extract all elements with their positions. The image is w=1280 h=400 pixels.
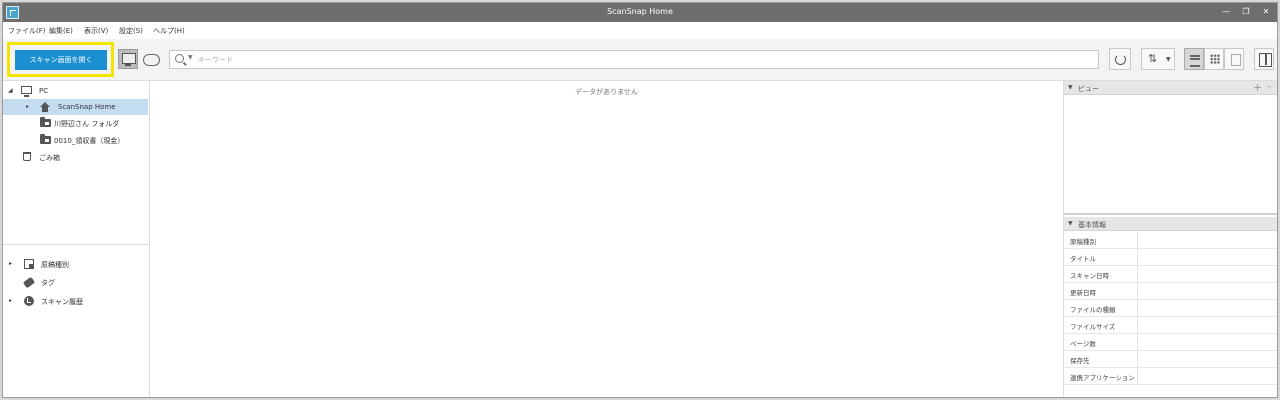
info-row: ファイルの種類	[1064, 300, 1277, 317]
info-row: 保存先	[1064, 351, 1277, 368]
info-label: 更新日時	[1064, 283, 1138, 299]
section-title: 基本情報	[1078, 221, 1106, 229]
menu-view[interactable]: 表示(V)	[84, 26, 108, 36]
tree-label: ごみ箱	[39, 154, 60, 162]
app-window: ScanSnap Home — ❐ ✕ ファイル(F) 編集(E) 表示(V) …	[2, 2, 1278, 398]
info-row: スキャン日時	[1064, 266, 1277, 283]
tree-item-tags[interactable]: タグ	[3, 274, 148, 290]
keyword-search-input[interactable]	[198, 53, 1078, 66]
pc-view-icon[interactable]	[118, 49, 138, 69]
minimize-button[interactable]: —	[1219, 6, 1233, 18]
add-icon[interactable]: +	[1253, 81, 1262, 94]
history-icon	[24, 296, 34, 306]
content-list-pane[interactable]: データがありません	[151, 81, 1062, 397]
info-row: ページ数	[1064, 334, 1277, 351]
info-row: 更新日時	[1064, 283, 1277, 300]
menu-help[interactable]: ヘルプ(H)	[153, 26, 185, 36]
folder-icon	[40, 134, 51, 144]
menu-settings[interactable]: 設定(S)	[119, 26, 143, 36]
sort-icon: ⇅	[1148, 52, 1158, 65]
tree-item-scansnap-home[interactable]: ▸ ScanSnap Home	[3, 99, 148, 115]
tree-item-folder[interactable]: 0010_領収書（現金）	[3, 132, 148, 148]
collapse-icon[interactable]: ◢	[8, 87, 13, 94]
menu-edit[interactable]: 編集(E)	[49, 26, 73, 36]
empty-state-message: データがありません	[575, 88, 638, 96]
tree-item-document-types[interactable]: ▸ 原稿種別	[3, 256, 148, 272]
tree-label: タグ	[41, 279, 55, 287]
info-label: ファイルサイズ	[1064, 317, 1138, 333]
collapse-icon[interactable]: ▼	[1068, 84, 1073, 91]
section-divider	[1064, 213, 1277, 215]
info-label: スキャン日時	[1064, 266, 1138, 282]
restore-button[interactable]: ❐	[1239, 6, 1253, 18]
tree-label: スキャン履歴	[41, 298, 83, 306]
info-label: ページ数	[1064, 334, 1138, 350]
info-row: 連携アプリケーション	[1064, 368, 1277, 385]
expand-icon[interactable]: ▸	[9, 260, 12, 267]
scan-button-highlight: スキャン画面を開く	[7, 42, 114, 77]
info-label: 保存先	[1064, 351, 1138, 367]
tree-label: ScanSnap Home	[58, 103, 116, 111]
pane-divider	[3, 244, 148, 245]
tree-item-folder[interactable]: 川野辺さん フォルダ	[3, 115, 148, 131]
menu-bar: ファイル(F) 編集(E) 表示(V) 設定(S) ヘルプ(H)	[3, 22, 1277, 39]
tree-item-scan-history[interactable]: ▸ スキャン履歴	[3, 293, 148, 309]
toggle-panel-icon[interactable]	[1254, 48, 1274, 70]
trash-icon	[23, 152, 31, 161]
basic-info-section-header[interactable]: ▼ 基本情報	[1064, 217, 1277, 231]
info-label: 原稿種別	[1064, 232, 1138, 248]
refresh-icon[interactable]	[1109, 48, 1131, 70]
collapse-icon[interactable]: ▼	[1068, 220, 1073, 227]
info-row: タイトル	[1064, 249, 1277, 266]
info-label: タイトル	[1064, 249, 1138, 265]
tree-label: PC	[39, 87, 49, 95]
tree-label: 川野辺さん フォルダ	[54, 120, 120, 128]
tree-item-pc[interactable]: ◢ PC	[3, 83, 148, 99]
expand-icon[interactable]: ▸	[9, 297, 12, 304]
viewer-section-header[interactable]: ▼ ビュー + –	[1064, 81, 1277, 95]
list-view-icon[interactable]	[1184, 48, 1204, 70]
chevron-down-icon: ▼	[1166, 56, 1171, 63]
info-row: ファイルサイズ	[1064, 317, 1277, 334]
info-label: ファイルの種類	[1064, 300, 1138, 316]
window-title: ScanSnap Home	[607, 7, 673, 16]
sort-button[interactable]: ⇅ ▼	[1141, 48, 1175, 70]
close-button[interactable]: ✕	[1259, 6, 1273, 18]
expand-icon[interactable]: ▸	[26, 103, 29, 110]
minus-icon[interactable]: –	[1267, 82, 1272, 92]
title-bar: ScanSnap Home — ❐ ✕	[3, 3, 1277, 22]
tag-icon	[22, 276, 36, 289]
tree-label: 原稿種別	[41, 261, 69, 269]
navigation-pane: ◢ PC ▸ ScanSnap Home 川野辺さん フォルダ 0010_領収書…	[3, 81, 150, 397]
tree-item-trash[interactable]: ごみ箱	[3, 149, 148, 165]
detail-view-icon[interactable]	[1224, 48, 1244, 70]
info-label: 連携アプリケーション	[1064, 368, 1138, 384]
search-icon[interactable]	[175, 54, 184, 63]
folder-icon	[40, 117, 51, 127]
section-title: ビュー	[1078, 85, 1099, 93]
open-scan-window-button[interactable]: スキャン画面を開く	[15, 50, 107, 70]
tree-label: 0010_領収書（現金）	[54, 137, 125, 145]
document-type-icon	[24, 259, 34, 269]
thumbnail-view-icon[interactable]	[1204, 48, 1224, 70]
info-row: 原稿種別	[1064, 232, 1277, 249]
search-options-chevron-icon[interactable]: ▼	[188, 54, 193, 61]
computer-icon	[21, 86, 32, 97]
menu-file[interactable]: ファイル(F)	[8, 26, 46, 36]
toolbar: スキャン画面を開く ▼ ⇅ ▼	[3, 39, 1277, 81]
info-pane: ▼ ビュー + – ▼ 基本情報 原稿種別 タイトル スキャン日時 更新日時 フ…	[1063, 81, 1277, 397]
search-box[interactable]: ▼	[169, 50, 1099, 69]
home-icon	[39, 102, 50, 112]
cloud-view-icon[interactable]	[140, 49, 160, 69]
